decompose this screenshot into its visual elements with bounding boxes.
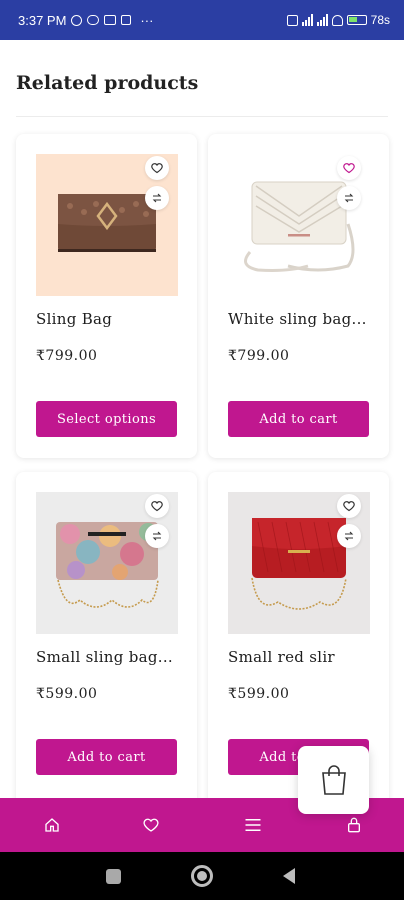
wishlist-button[interactable] [337,494,361,518]
wishlist-button[interactable] [145,156,169,180]
product-card[interactable]: White sling bag... ₹799.00 Add to cart [208,134,389,458]
battery-icon [346,15,367,25]
heart-icon [143,818,159,832]
divider [16,116,388,117]
compare-button[interactable] [145,186,169,210]
wishlist-button[interactable] [337,156,361,180]
nav-home[interactable] [42,815,62,835]
menu-icon [245,819,261,831]
product-name[interactable]: White sling bag... [228,310,373,328]
product-price: ₹599.00 [228,686,290,702]
add-to-cart-button[interactable]: Add to cart [36,739,177,775]
recents-button[interactable] [106,869,121,884]
shopping-bag-icon [321,765,346,795]
product-card[interactable]: Small sling bag... ₹599.00 Add to cart [16,472,197,798]
nav-account[interactable] [344,815,364,835]
main-content[interactable]: Related products Sling Bag ₹799.00 Selec… [0,40,404,798]
compare-button[interactable] [337,186,361,210]
product-card[interactable]: Sling Bag ₹799.00 Select options [16,134,197,458]
home-button[interactable] [191,865,213,887]
compare-button[interactable] [337,524,361,548]
system-nav-bar [0,852,404,900]
mail-icon [104,15,117,25]
heart-icon [343,163,355,174]
wishlist-button[interactable] [145,494,169,518]
signal-2-icon [316,14,328,26]
heart-icon [151,501,163,512]
floating-cart-button[interactable] [298,746,369,814]
select-options-button[interactable]: Select options [36,401,177,437]
compare-icon [344,193,354,203]
product-price: ₹799.00 [36,348,98,364]
signal-icon [301,14,313,26]
more-icon: ··· [140,12,154,28]
product-price: ₹599.00 [36,686,98,702]
product-name[interactable]: Sling Bag [36,310,181,328]
add-to-cart-button[interactable]: Add to cart [228,401,369,437]
nav-menu[interactable] [243,815,263,835]
compare-icon [152,193,162,203]
chat-icon [87,15,100,25]
status-time: 3:37 PM [18,12,67,28]
app-icon [121,15,132,25]
battery-suffix: s [384,13,390,27]
compare-icon [152,531,162,541]
section-title: Related products [16,72,199,94]
compare-icon [344,531,354,541]
settings-icon [71,14,83,26]
lock-icon [348,817,360,833]
battery-level: 78 [370,13,384,27]
status-bar: 3:37 PM ··· 78s [0,0,404,40]
product-name[interactable]: Small sling bag... [36,648,181,666]
back-button[interactable] [283,868,295,884]
heart-icon [151,163,163,174]
nav-wishlist[interactable] [141,815,161,835]
compare-button[interactable] [145,524,169,548]
volte-icon [286,14,298,26]
heart-icon [343,501,355,512]
home-icon [45,818,59,832]
product-price: ₹799.00 [228,348,290,364]
wifi-icon [331,14,343,26]
product-name[interactable]: Small red slir [228,648,373,666]
